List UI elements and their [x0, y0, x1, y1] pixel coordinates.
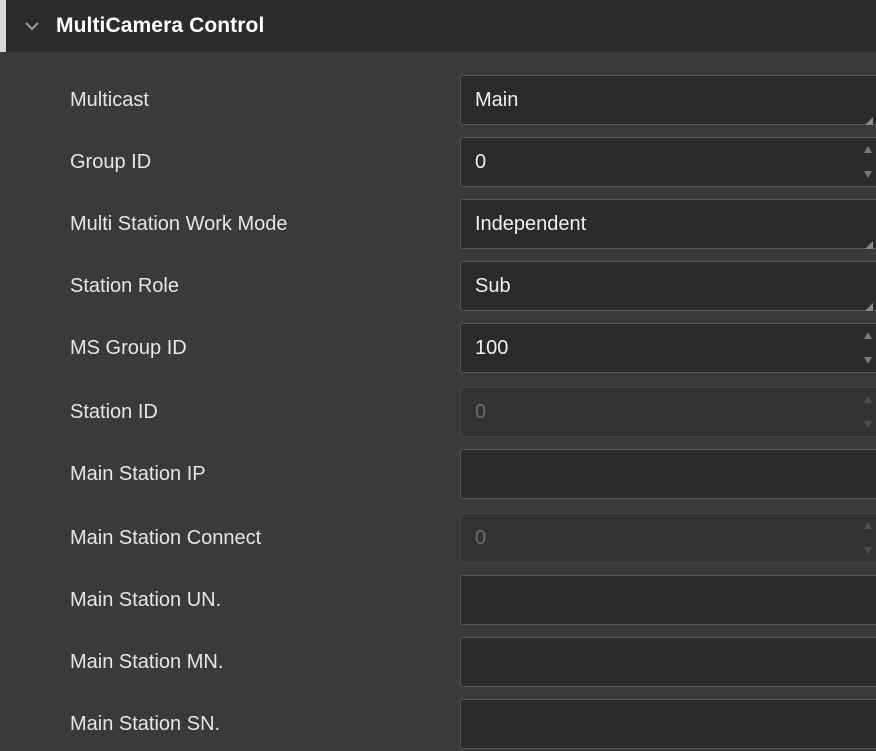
text-field-main-station-un[interactable] — [460, 575, 876, 625]
property-label: Main Station SN. — [70, 713, 221, 735]
field-value: Sub — [475, 274, 511, 297]
property-row-station-id: Station ID 0 — [0, 382, 876, 442]
text-field-main-station-sn[interactable] — [460, 699, 876, 749]
section-title: MultiCamera Control — [56, 14, 265, 37]
property-label: Main Station IP — [70, 463, 206, 485]
multicamera-control-panel: MultiCamera Control Multicast Main Group I… — [0, 0, 876, 751]
spinbox-group-id[interactable]: 0 — [460, 137, 876, 187]
spin-arrows-icon[interactable] — [863, 330, 873, 366]
property-label: Main Station UN. — [70, 589, 222, 611]
field-value: 100 — [475, 336, 509, 359]
property-label: MS Group ID — [70, 337, 187, 359]
spin-arrows-icon — [863, 520, 873, 556]
property-row-station-role: Station Role Sub — [0, 256, 876, 316]
property-label: Main Station Connect — [70, 527, 262, 549]
section-header-multicamera-control[interactable]: MultiCamera Control — [0, 0, 876, 52]
spinbox-main-station-connect: 0 — [460, 513, 876, 563]
field-value: 0 — [475, 526, 487, 549]
property-row-main-station-ip: Main Station IP — [0, 444, 876, 504]
property-row-main-station-mn: Main Station MN. — [0, 632, 876, 692]
property-label: Station ID — [70, 401, 158, 423]
spinbox-ms-group-id[interactable]: 100 — [460, 323, 876, 373]
property-row-main-station-sn: Main Station SN. — [0, 694, 876, 751]
dropdown-multicast[interactable]: Main — [460, 75, 876, 125]
property-label: Main Station MN. — [70, 651, 224, 673]
property-row-multicast: Multicast Main — [0, 70, 876, 130]
property-row-group-id: Group ID 0 — [0, 132, 876, 192]
property-row-main-station-un: Main Station UN. — [0, 570, 876, 630]
property-row-main-station-connect: Main Station Connect 0 — [0, 508, 876, 568]
dropdown-corner-icon[interactable] — [863, 108, 873, 125]
property-label: Multi Station Work Mode — [70, 213, 288, 235]
dropdown-corner-icon[interactable] — [863, 232, 873, 249]
field-value: 0 — [475, 400, 487, 423]
spinbox-station-id: 0 — [460, 387, 876, 437]
dropdown-corner-icon[interactable] — [863, 294, 873, 311]
dropdown-station-role[interactable]: Sub — [460, 261, 876, 311]
spin-arrows-icon — [863, 394, 873, 430]
property-row-ms-group-id: MS Group ID 100 — [0, 318, 876, 378]
property-row-multi-station-work-mode: Multi Station Work Mode Independent — [0, 194, 876, 254]
field-value: 0 — [475, 150, 487, 173]
property-label: Station Role — [70, 275, 179, 297]
dropdown-multi-station-work-mode[interactable]: Independent — [460, 199, 876, 249]
property-label: Multicast — [70, 89, 149, 111]
field-value: Independent — [475, 212, 587, 235]
spin-arrows-icon[interactable] — [863, 144, 873, 180]
field-value: Main — [475, 88, 519, 111]
property-label: Group ID — [70, 151, 152, 173]
chevron-down-icon[interactable] — [18, 20, 46, 32]
text-field-main-station-ip[interactable] — [460, 449, 876, 499]
text-field-main-station-mn[interactable] — [460, 637, 876, 687]
